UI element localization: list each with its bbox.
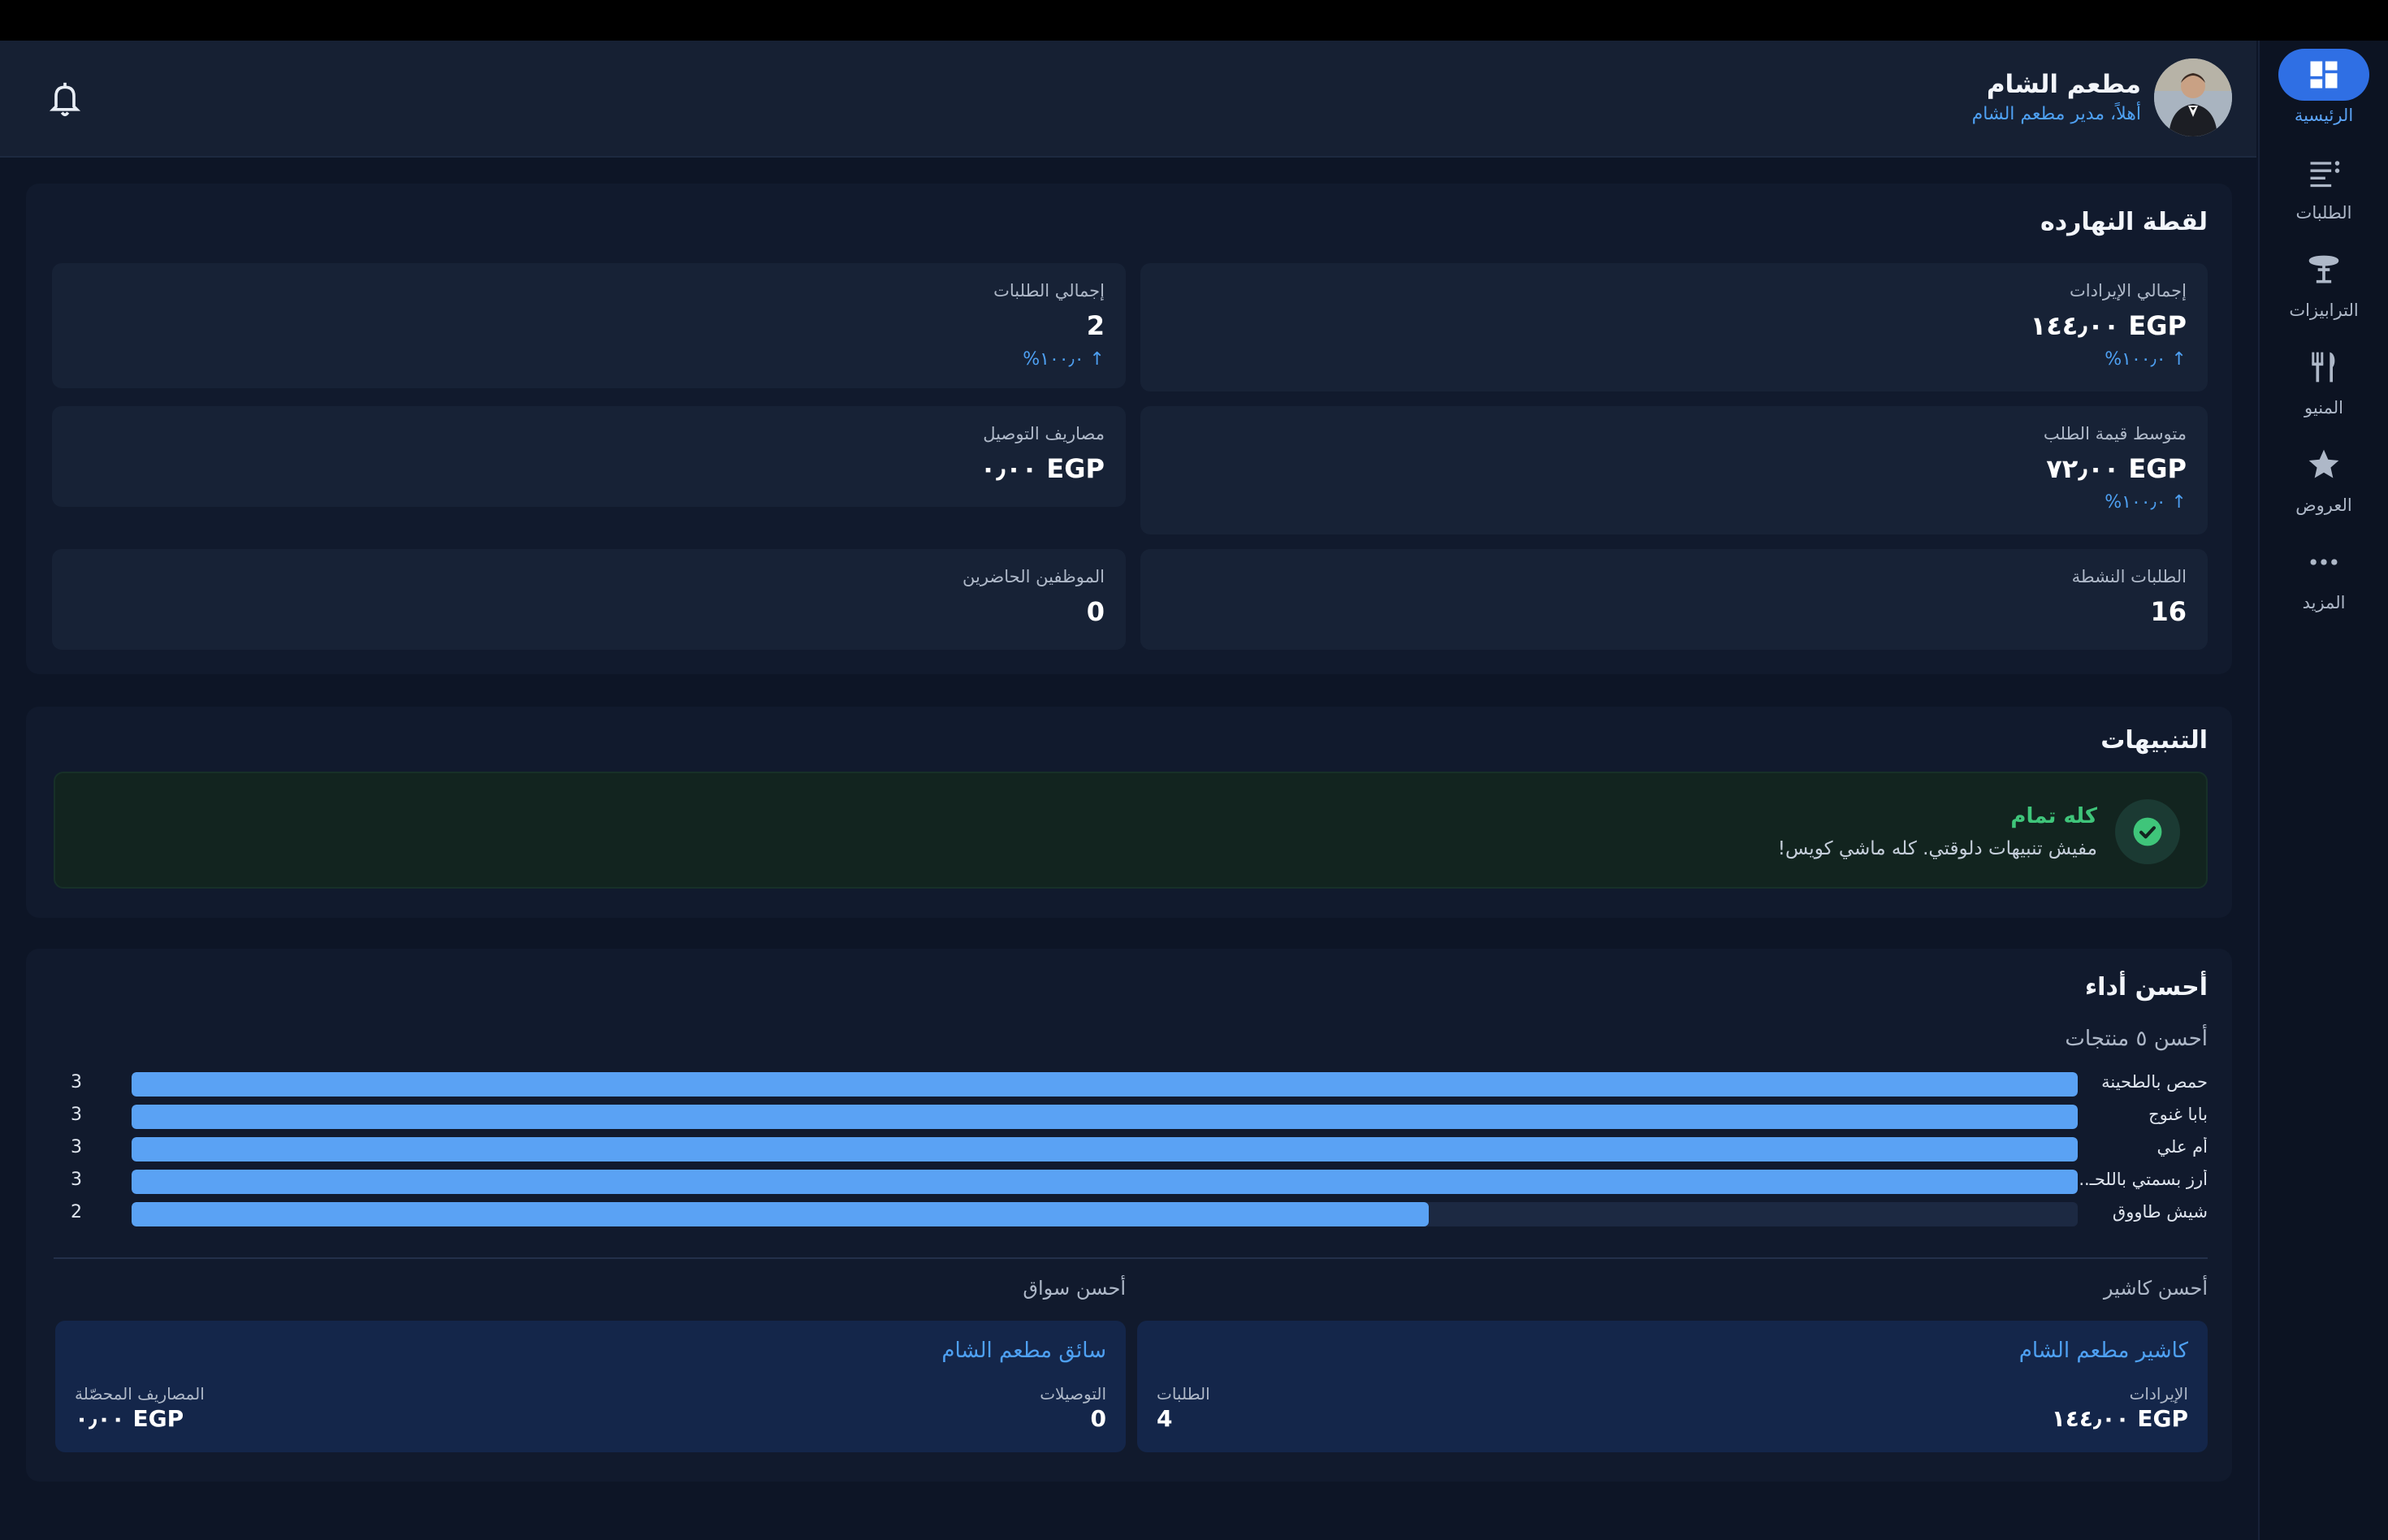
best-cashier-title: أحسن كاشير	[2103, 1277, 2208, 1300]
bar-label: بابا غنوج	[2148, 1105, 2208, 1124]
staff-present-card[interactable]: الموظفين الحاضرين 0	[52, 549, 1126, 650]
card-value: 0	[1086, 596, 1105, 627]
bar-label: أم علي	[2157, 1137, 2208, 1157]
card-label: مصاريف التوصيل	[983, 424, 1105, 443]
bar-row: شيش طاووق 2	[54, 1202, 2208, 1226]
bar-value-label: 3	[71, 1072, 82, 1092]
card-label: متوسط قيمة الطلب	[2043, 424, 2187, 443]
list-icon	[2278, 146, 2369, 198]
welcome-text: أهلاً، مدير مطعم الشام	[1971, 104, 2141, 124]
nav-label: الترابيزات	[2289, 301, 2359, 320]
snapshot-section: لقطة النهارده إجمالي الإيرادات EGP ١٤٤٫٠…	[26, 184, 2232, 674]
avg-order-card[interactable]: متوسط قيمة الطلب EGP ٧٢٫٠٠ ↑ ١٠٠٫٠%	[1140, 406, 2208, 534]
card-label: إجمالي الإيرادات	[2070, 281, 2187, 301]
bar-value-label: 2	[71, 1202, 82, 1222]
bar-value-label: 3	[71, 1137, 82, 1157]
driver-name: سائق مطعم الشام	[941, 1339, 1106, 1363]
trend-badge: ↑ ١٠٠٫٠%	[1023, 349, 1105, 370]
cashier-name: كاشير مطعم الشام	[2018, 1339, 2188, 1363]
nav-item-offers[interactable]: العروض	[2259, 439, 2388, 536]
trend-badge: ↑ ١٠٠٫٠%	[2105, 349, 2187, 370]
nav-label: الرئيسية	[2294, 106, 2354, 125]
star-icon	[2278, 439, 2369, 491]
card-value: 16	[2150, 596, 2187, 627]
bar-value-label: 3	[71, 1105, 82, 1125]
bar-track	[132, 1170, 2078, 1194]
section-title: التنبيهات	[2100, 726, 2208, 755]
check-circle-icon	[2115, 799, 2180, 864]
alert-message: مفيش تنبيهات دلوقتي. كله ماشي كويس!	[1777, 838, 2097, 859]
deliveries-value: 0	[1090, 1405, 1106, 1432]
app-header: مطعم الشام أهلاً، مدير مطعم الشام	[0, 41, 2256, 158]
restaurant-name: مطعم الشام	[1986, 70, 2141, 99]
active-orders-card[interactable]: الطلبات النشطة 16	[1140, 549, 2208, 650]
card-label: الطلبات النشطة	[2071, 567, 2187, 586]
bar	[132, 1170, 2078, 1194]
bar-label: أرز بسمتي باللحـ...	[2078, 1170, 2208, 1189]
card-value: EGP ٧٢٫٠٠	[2046, 453, 2187, 484]
alert-banner: كله تمام مفيش تنبيهات دلوقتي. كله ماشي ك…	[54, 772, 2208, 889]
orders-card[interactable]: إجمالي الطلبات 2 ↑ ١٠٠٫٠%	[52, 263, 1126, 388]
bar	[132, 1072, 2078, 1097]
fees-label: المصاريف المحصّلة	[75, 1384, 205, 1404]
bar-value-label: 3	[71, 1170, 82, 1190]
user-avatar-icon	[2154, 58, 2232, 136]
bar-track	[132, 1137, 2078, 1161]
section-title: لقطة النهارده	[2040, 208, 2208, 236]
deliveries-label: التوصيلات	[1040, 1384, 1106, 1404]
cutlery-icon	[2278, 341, 2369, 393]
bar-track	[132, 1105, 2078, 1129]
orders-label: الطلبات	[1157, 1384, 1210, 1404]
bar-row: حمص بالطحينة 3	[54, 1072, 2208, 1097]
bar-row: أرز بسمتي باللحـ... 3	[54, 1170, 2208, 1194]
nav-item-tables[interactable]: الترابيزات	[2259, 244, 2388, 341]
top-products-title: أحسن ٥ منتجات	[2065, 1027, 2208, 1051]
navigation-rail: الرئيسية الطلبات الترابيزات المنيو العرو…	[2258, 41, 2388, 1540]
alert-title: كله تمام	[2010, 804, 2097, 828]
orders-value: 4	[1157, 1405, 1173, 1432]
nav-item-home[interactable]: الرئيسية	[2259, 49, 2388, 146]
bar-label: شيش طاووق	[2112, 1202, 2208, 1222]
card-value: EGP ١٤٤٫٠٠	[2030, 310, 2187, 341]
card-value: EGP ٠٫٠٠	[980, 453, 1105, 484]
table-icon	[2278, 244, 2369, 296]
alerts-section: التنبيهات كله تمام مفيش تنبيهات دلوقتي. …	[26, 707, 2232, 918]
best-driver-card[interactable]: سائق مطعم الشام التوصيلات 0 المصاريف الم…	[55, 1321, 1126, 1452]
nav-item-more[interactable]: المزيد	[2259, 536, 2388, 634]
divider	[54, 1257, 2208, 1259]
revenue-label: الإيرادات	[2129, 1384, 2188, 1404]
bar	[132, 1105, 2078, 1129]
revenue-value: EGP ١٤٤٫٠٠	[2051, 1405, 2188, 1432]
avatar[interactable]	[2154, 58, 2232, 136]
bar-label: حمص بالطحينة	[2101, 1072, 2208, 1092]
nav-label: المنيو	[2304, 398, 2343, 417]
delivery-fees-card[interactable]: مصاريف التوصيل EGP ٠٫٠٠	[52, 406, 1126, 507]
nav-label: الطلبات	[2295, 203, 2352, 223]
dashboard-icon	[2278, 49, 2369, 101]
nav-label: العروض	[2295, 495, 2352, 515]
more-icon	[2278, 536, 2369, 588]
nav-item-menu[interactable]: المنيو	[2259, 341, 2388, 439]
revenue-card[interactable]: إجمالي الإيرادات EGP ١٤٤٫٠٠ ↑ ١٠٠٫٠%	[1140, 263, 2208, 391]
bar-track	[132, 1072, 2078, 1097]
trend-badge: ↑ ١٠٠٫٠%	[2105, 492, 2187, 513]
bar-track	[132, 1202, 2078, 1226]
bar-row: أم علي 3	[54, 1137, 2208, 1161]
card-label: إجمالي الطلبات	[993, 281, 1105, 301]
fees-value: EGP ٠٫٠٠	[75, 1405, 184, 1432]
best-driver-title: أحسن سواق	[1023, 1277, 1126, 1300]
bar	[132, 1202, 1430, 1226]
notifications-button[interactable]	[47, 80, 83, 119]
card-value: 2	[1086, 310, 1105, 341]
bar-row: بابا غنوج 3	[54, 1105, 2208, 1129]
top-system-bar	[0, 0, 2388, 41]
section-title: أحسن أداء	[2084, 973, 2208, 1001]
bar	[132, 1137, 2078, 1161]
bell-icon	[49, 82, 81, 117]
best-cashier-card[interactable]: كاشير مطعم الشام الإيرادات EGP ١٤٤٫٠٠ ال…	[1137, 1321, 2208, 1452]
nav-item-orders[interactable]: الطلبات	[2259, 146, 2388, 244]
nav-label: المزيد	[2302, 593, 2346, 612]
card-label: الموظفين الحاضرين	[963, 567, 1105, 586]
performance-section: أحسن أداء أحسن ٥ منتجات حمص بالطحينة 3 باب…	[26, 949, 2232, 1482]
